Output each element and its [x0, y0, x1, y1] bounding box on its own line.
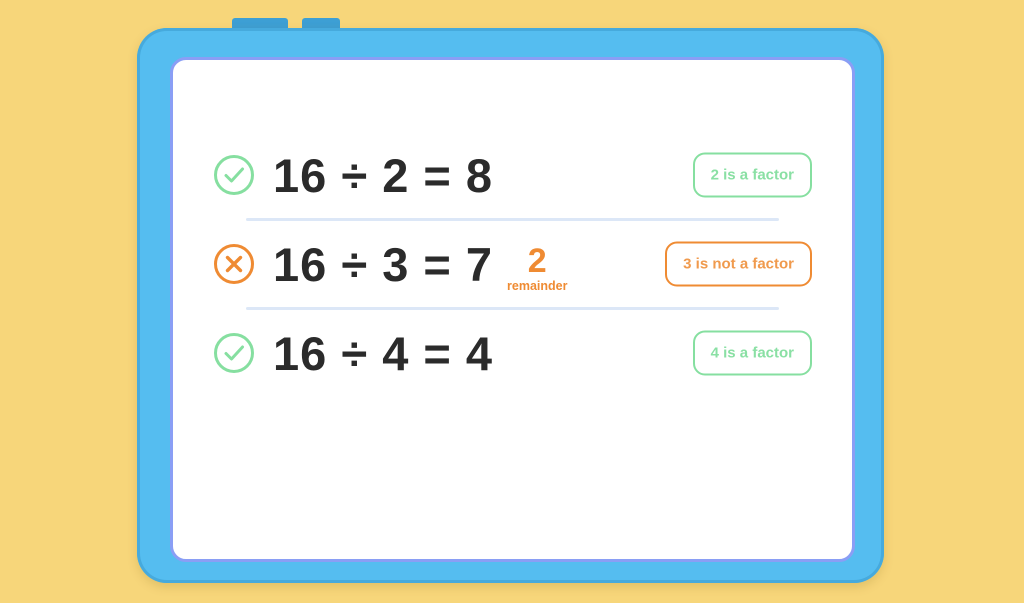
stage: 16 ÷ 2 = 8 2 is a factor 16 ÷ 3 = 7 2 re… [0, 0, 1024, 603]
table-row[interactable]: 16 ÷ 4 = 4 4 is a factor [213, 310, 812, 396]
remainder-value: 2 [527, 241, 547, 280]
remainder-label: remainder [507, 278, 568, 293]
check-circle-icon [214, 155, 254, 195]
tablet-device-frame: 16 ÷ 2 = 8 2 is a factor 16 ÷ 3 = 7 2 re… [137, 28, 884, 583]
equation-text: 16 ÷ 4 = 4 [273, 326, 494, 380]
status-badge[interactable]: 2 is a factor [692, 152, 812, 198]
tablet-screen: 16 ÷ 2 = 8 2 is a factor 16 ÷ 3 = 7 2 re… [170, 57, 855, 562]
table-row[interactable]: 16 ÷ 3 = 7 2 remainder 3 is not a factor [213, 221, 812, 307]
equation-text: 16 ÷ 2 = 8 [273, 148, 494, 202]
check-circle-icon [214, 333, 254, 373]
status-badge[interactable]: 4 is a factor [692, 330, 812, 376]
table-row[interactable]: 16 ÷ 2 = 8 2 is a factor [213, 132, 812, 218]
division-list: 16 ÷ 2 = 8 2 is a factor 16 ÷ 3 = 7 2 re… [173, 60, 852, 559]
remainder-group: 2 remainder [507, 244, 567, 293]
status-badge[interactable]: 3 is not a factor [665, 241, 812, 287]
x-circle-icon [214, 244, 254, 284]
equation-text: 16 ÷ 3 = 7 [273, 237, 494, 291]
